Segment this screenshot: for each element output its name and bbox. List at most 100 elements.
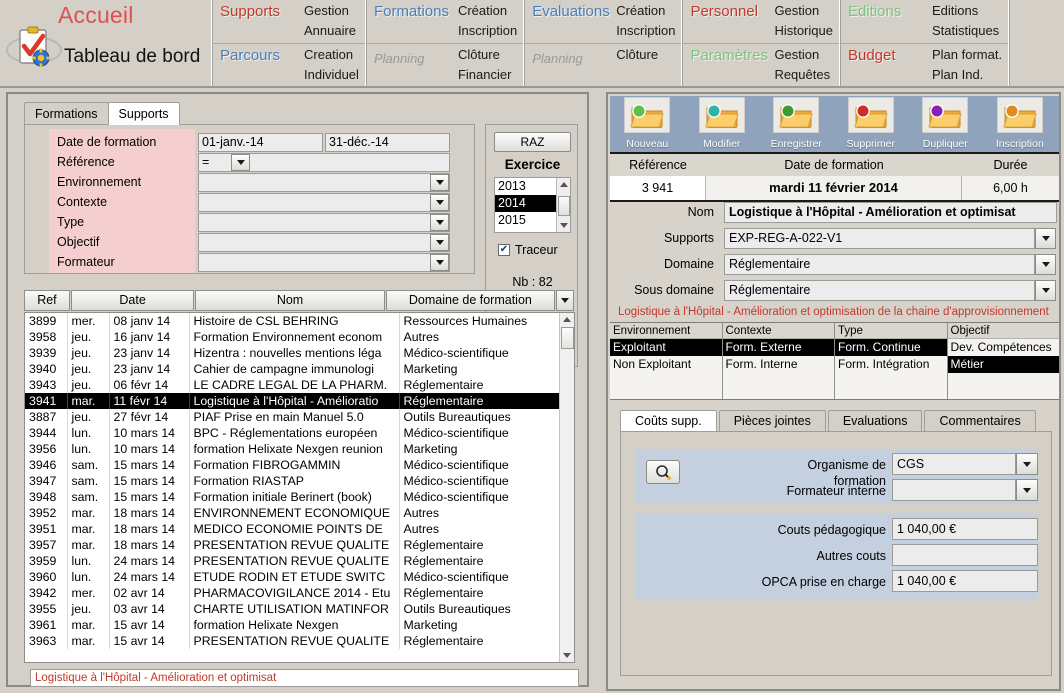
traceur-checkbox-row[interactable]: ✔ Traceur — [498, 243, 558, 257]
tab-commentaires[interactable]: Commentaires — [924, 410, 1036, 432]
table-row[interactable]: 3952 mar. 18 mars 14 ENVIRONNEMENT ECONOMIQ… — [25, 505, 560, 521]
folder-refresh-icon[interactable] — [698, 97, 745, 133]
folder-save-icon[interactable] — [773, 97, 819, 133]
menu-link-personnel-gestion[interactable]: Gestion — [774, 1, 833, 21]
table-row[interactable]: 3951 mar. 18 mars 14 MEDICO ECONOMIE POINTS… — [25, 521, 560, 537]
menu-link-formations-cloture[interactable]: Clôture — [458, 45, 511, 65]
list-item[interactable]: Form. Externe — [722, 339, 834, 356]
field-organisme-formation[interactable]: CGS — [892, 453, 1016, 475]
table-row[interactable]: 3957 mar. 18 mars 14 PRESENTATION REVUE QUA… — [25, 537, 560, 553]
filter-environnement-dropdown[interactable] — [430, 174, 449, 191]
menu-link-parcours-individuel[interactable]: Individuel — [304, 65, 359, 85]
folder-inscription-icon[interactable] — [996, 97, 1043, 133]
menu-head-budget[interactable]: Budget — [848, 45, 932, 64]
table-row[interactable]: 3947 sam. 15 mars 14 Formation RIASTAP Médic… — [25, 473, 560, 489]
menu-head-planning-evaluations[interactable]: Planning — [532, 45, 616, 66]
list-objectif[interactable]: Objectif Dev. Compétences Métier — [947, 323, 1060, 399]
menu-head-parametres[interactable]: Paramètres — [690, 45, 774, 64]
table-row[interactable]: 3955 jeu. 03 avr 14 CHARTE UTILISATION MATI… — [25, 601, 560, 617]
table-row[interactable]: 3944 lun. 10 mars 14 BPC - Réglementations … — [25, 425, 560, 441]
menu-head-evaluations[interactable]: Evaluations — [532, 1, 616, 20]
exercice-year-list[interactable]: 2013 2014 2015 — [494, 177, 571, 233]
menu-link-formations-inscription[interactable]: Inscription — [458, 21, 517, 41]
toolbar-button-nouveau[interactable]: Nouveau — [610, 96, 685, 152]
menu-link-formations-financier[interactable]: Financier — [458, 65, 511, 85]
form-field-supports[interactable]: EXP-REG-A-022-V1 — [724, 228, 1035, 249]
menu-head-supports[interactable]: Supports — [220, 1, 304, 20]
folder-duplicate-icon[interactable] — [922, 97, 968, 133]
field-opca-prise-en-charge[interactable]: 1 040,00 € — [892, 570, 1038, 592]
form-field-nom[interactable]: Logistique à l'Hôpital - Amélioration et… — [724, 202, 1057, 223]
folder-add-icon[interactable] — [624, 97, 670, 133]
menu-link-budget-plan-format[interactable]: Plan format. — [932, 45, 1002, 65]
table-row[interactable]: 3948 sam. 15 mars 14 Formation initiale Ber… — [25, 489, 560, 505]
results-table-body[interactable]: 3899 mer. 08 janv 14 Histoire de CSL BEHRIN… — [24, 312, 575, 663]
table-row[interactable]: 3959 lun. 24 mars 14 PRESENTATION REVUE QUA… — [25, 553, 560, 569]
scrollbar-thumb[interactable] — [561, 327, 574, 349]
table-row[interactable]: 3946 sam. 15 mars 14 Formation FIBROGAMMIN M… — [25, 457, 560, 473]
list-contexte[interactable]: Contexte Form. Externe Form. Interne — [722, 323, 835, 399]
list-item[interactable]: Dev. Compétences — [948, 339, 1060, 356]
raz-button[interactable]: RAZ — [494, 132, 571, 152]
year-list-scrollbar[interactable] — [556, 178, 570, 232]
filter-objectif-dropdown[interactable] — [430, 234, 449, 251]
filter-reference-dropdown[interactable] — [231, 154, 250, 171]
tab-formations[interactable]: Formations — [24, 102, 109, 125]
menu-link-evaluations-creation[interactable]: Création — [616, 1, 675, 21]
tab-evaluations[interactable]: Evaluations — [827, 410, 923, 432]
form-sous-domaine-dropdown[interactable] — [1035, 280, 1056, 301]
list-item[interactable]: Form. Intégration — [835, 356, 947, 373]
menu-link-supports-gestion[interactable]: Gestion — [304, 1, 356, 21]
scroll-down-icon[interactable] — [557, 219, 570, 232]
column-header-nom[interactable]: Nom — [195, 290, 385, 311]
toolbar-button-supprimer[interactable]: Supprimer — [834, 96, 909, 152]
tab-supports[interactable]: Supports — [107, 102, 180, 125]
menu-head-personnel[interactable]: Personnel — [690, 1, 774, 20]
list-item[interactable]: Form. Interne — [723, 356, 835, 373]
scroll-up-icon[interactable] — [560, 313, 574, 326]
filter-date-start-input[interactable]: 01-janv.-14 — [198, 133, 323, 152]
menu-link-parametres-gestion[interactable]: Gestion — [774, 45, 830, 65]
menu-link-budget-plan-ind[interactable]: Plan Ind. — [932, 65, 1002, 85]
menu-head-parcours[interactable]: Parcours — [220, 45, 304, 64]
form-field-sous-domaine[interactable]: Réglementaire — [724, 280, 1035, 301]
form-domaine-dropdown[interactable] — [1035, 254, 1056, 275]
table-row[interactable]: 3943 jeu. 06 févr 14 LE CADRE LEGAL DE LA P… — [25, 377, 560, 393]
table-row[interactable]: 3941 mar. 11 févr 14 Logistique à l'Hôpital… — [25, 393, 560, 409]
menu-link-formations-creation[interactable]: Création — [458, 1, 517, 21]
column-header-domaine[interactable]: Domaine de formation — [385, 290, 556, 311]
list-environnement[interactable]: Environnement Exploitant Non Exploitant — [610, 323, 723, 399]
menu-link-parametres-requetes[interactable]: Requêtes — [774, 65, 830, 85]
toolbar-button-dupliquer[interactable]: Dupliquer — [908, 96, 983, 152]
organisme-dropdown[interactable] — [1016, 453, 1038, 475]
search-organisme-button[interactable] — [646, 460, 680, 484]
filter-objectif-input[interactable] — [198, 233, 450, 252]
toolbar-button-modifier[interactable]: Modifier — [685, 96, 760, 152]
formateur-dropdown[interactable] — [1016, 479, 1038, 501]
filter-contexte-dropdown[interactable] — [430, 194, 449, 211]
table-row[interactable]: 3942 mer. 02 avr 14 PHARMACOVIGILANCE 2014 … — [25, 585, 560, 601]
filter-type-input[interactable] — [198, 213, 450, 232]
form-supports-dropdown[interactable] — [1035, 228, 1056, 249]
column-header-date[interactable]: Date — [70, 290, 195, 311]
table-row[interactable]: 3960 lun. 24 mars 14 ETUDE RODIN ET ETUDE S… — [25, 569, 560, 585]
table-row[interactable]: 3963 mar. 15 avr 14 PRESENTATION REVUE QUAL… — [25, 633, 560, 649]
table-row[interactable]: 3956 lun. 10 mars 14 formation Helixate Nex… — [25, 441, 560, 457]
tab-couts-supp[interactable]: Coûts supp. — [620, 410, 717, 432]
tab-pieces-jointes[interactable]: Pièces jointes — [718, 410, 826, 432]
menu-link-evaluations-cloture[interactable]: Clôture — [616, 45, 658, 65]
menu-head-formations[interactable]: Formations — [374, 1, 458, 20]
field-couts-pedagogique[interactable]: 1 040,00 € — [892, 518, 1038, 540]
menu-link-personnel-historique[interactable]: Historique — [774, 21, 833, 41]
filter-formateur-dropdown[interactable] — [430, 254, 449, 271]
field-formateur-interne[interactable] — [892, 479, 1016, 501]
table-row[interactable]: 3899 mer. 08 janv 14 Histoire de CSL BEHRIN… — [25, 313, 560, 329]
folder-delete-icon[interactable] — [847, 97, 894, 133]
table-row[interactable]: 3939 jeu. 23 janv 14 Hizentra : nouvelles m… — [25, 345, 560, 361]
table-row[interactable]: 3958 jeu. 16 janv 14 Formation Environnemen… — [25, 329, 560, 345]
column-options-dropdown[interactable] — [556, 290, 574, 311]
menu-head-planning-formations[interactable]: Planning — [374, 45, 458, 66]
filter-type-dropdown[interactable] — [430, 214, 449, 231]
toolbar-button-inscription[interactable]: Inscription — [983, 96, 1058, 152]
scrollbar-thumb[interactable] — [558, 196, 570, 216]
